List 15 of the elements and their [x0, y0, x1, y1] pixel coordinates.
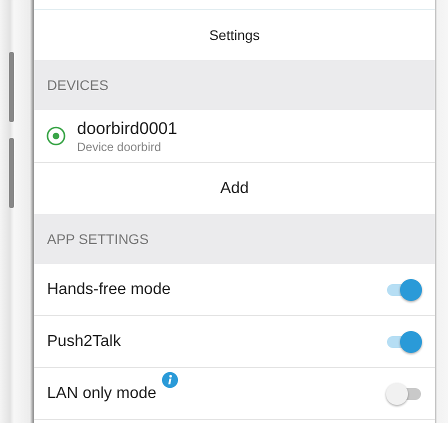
section-header: DEVICES: [34, 60, 435, 110]
screen-title: Settings: [209, 27, 260, 43]
setting-label: LAN only mode: [47, 384, 156, 402]
radio-icon[interactable]: [46, 126, 66, 146]
toggle-switch[interactable]: [386, 278, 422, 300]
device-name: doorbird0001: [77, 118, 178, 138]
setting-label: Push2Talk: [47, 332, 121, 350]
add-button[interactable]: Add: [212, 176, 257, 202]
setting-label: Hands-free mode: [47, 280, 171, 298]
info-icon[interactable]: [162, 372, 178, 388]
toggle-switch[interactable]: [386, 382, 422, 404]
device-item[interactable]: doorbird0001 Device doorbird: [34, 110, 435, 163]
toggle-switch[interactable]: [386, 330, 422, 352]
section-header: APP SETTINGS: [34, 214, 435, 264]
device-subtitle: Device doorbird: [77, 140, 162, 154]
